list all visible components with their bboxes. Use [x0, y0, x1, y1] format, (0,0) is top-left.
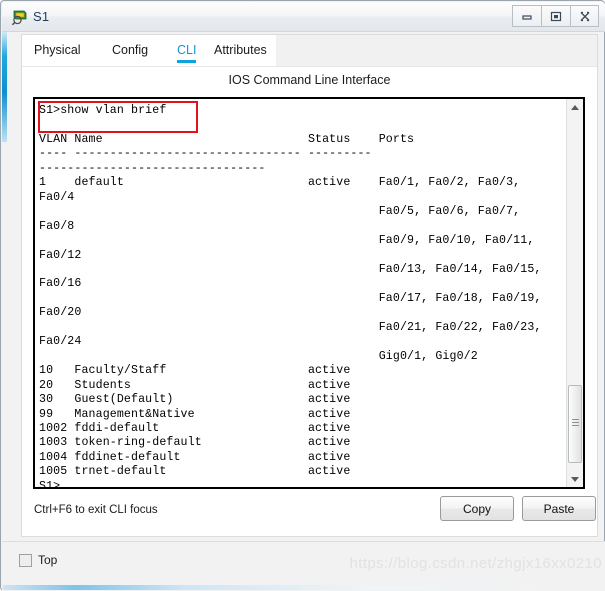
scrollbar-grip-icon — [572, 419, 579, 429]
tab-config-label: Config — [112, 43, 149, 57]
tab-physical-label: Physical — [34, 43, 81, 57]
copy-button[interactable]: Copy — [440, 496, 514, 521]
tab-strip-filler — [276, 35, 597, 66]
left-accent-stripe — [2, 32, 7, 142]
tab-cli[interactable]: CLI — [177, 35, 197, 66]
tab-config[interactable]: Config — [112, 35, 148, 66]
tab-cli-active-underline — [177, 60, 197, 63]
top-checkbox-row[interactable]: Top — [19, 553, 57, 567]
tab-strip: Physical Config CLI Attributes — [22, 35, 597, 67]
scroll-up-arrow-icon[interactable] — [567, 99, 583, 115]
paste-button[interactable]: Paste — [522, 496, 596, 521]
bottom-accent-strip — [3, 585, 605, 590]
window-bottom-bar: Top https://blog.csdn.net/zhgjx16xx0210 — [2, 541, 605, 591]
tab-physical[interactable]: Physical — [34, 35, 81, 66]
minimize-button[interactable] — [512, 5, 541, 27]
watermark-text: https://blog.csdn.net/zhgjx16xx0210 — [349, 555, 602, 572]
close-button[interactable] — [570, 5, 599, 27]
window-title: S1 — [33, 9, 50, 24]
terminal-output-area[interactable]: S1>show vlan brief VLAN Name Status Port… — [35, 99, 566, 487]
maximize-button[interactable] — [541, 5, 570, 27]
scroll-down-arrow-icon[interactable] — [567, 471, 583, 487]
terminal-text: S1>show vlan brief VLAN Name Status Port… — [39, 104, 542, 487]
scrollbar-thumb[interactable] — [568, 385, 582, 463]
top-checkbox[interactable] — [19, 553, 32, 567]
cli-header-title: IOS Command Line Interface — [228, 73, 391, 87]
tab-attributes[interactable]: Attributes — [214, 35, 267, 66]
window-controls — [512, 5, 599, 27]
terminal-frame: S1>show vlan brief VLAN Name Status Port… — [33, 97, 585, 489]
cli-focus-hint: Ctrl+F6 to exit CLI focus — [34, 504, 158, 516]
cli-panel: Physical Config CLI Attributes IOS Comma… — [21, 34, 598, 537]
top-checkbox-label: Top — [38, 553, 58, 567]
tab-cli-label: CLI — [177, 43, 197, 57]
window-titlebar: S1 — [2, 2, 605, 32]
switch-device-icon — [11, 8, 29, 26]
terminal-scrollbar[interactable] — [566, 99, 583, 487]
tab-attributes-label: Attributes — [214, 43, 267, 57]
cli-window: S1 Physical Config CLI Attributes IOS Co… — [0, 0, 605, 591]
